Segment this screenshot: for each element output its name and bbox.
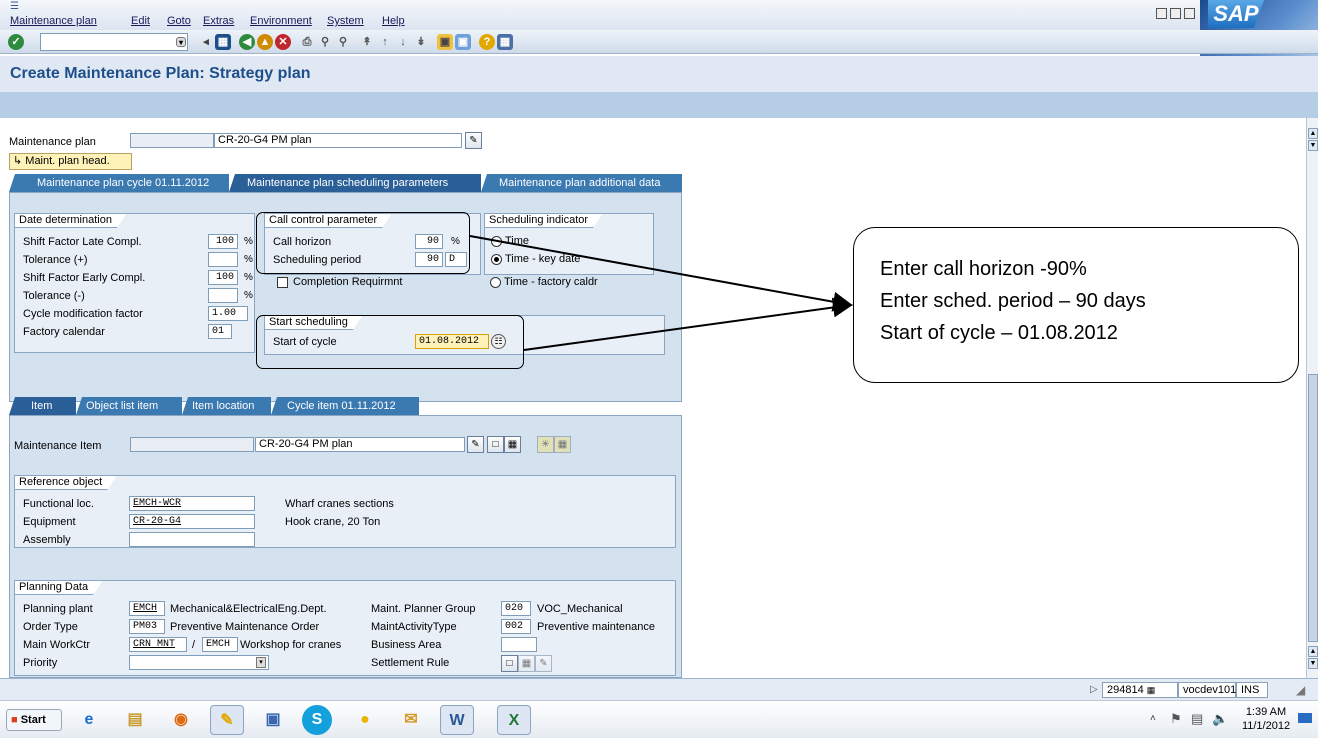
- customize-layout-icon[interactable]: ▦: [497, 34, 513, 50]
- resize-grip-icon[interactable]: ◢: [1296, 683, 1305, 697]
- previous-page-icon[interactable]: ↑: [377, 34, 393, 50]
- system-clock[interactable]: 1:39 AM 11/1/2012: [1238, 705, 1294, 733]
- find-next-icon[interactable]: ⚲: [335, 34, 351, 50]
- sap-gui-icon[interactable]: ☰: [10, 1, 19, 12]
- menu-extras[interactable]: Extras: [203, 15, 234, 27]
- menu-maintenance-plan[interactable]: Maintenance plan: [10, 15, 97, 27]
- session-number: 294814: [1107, 684, 1144, 696]
- volume-icon[interactable]: 🔈: [1212, 711, 1228, 727]
- application-toolbar: [0, 92, 1318, 118]
- window-minimize-icon[interactable]: [1156, 8, 1167, 19]
- status-expand-icon[interactable]: ▷: [1090, 684, 1098, 695]
- server-info-icon[interactable]: ▦: [1147, 685, 1156, 695]
- scroll-thumb[interactable]: [1308, 374, 1318, 642]
- chrome-icon[interactable]: ●: [348, 705, 382, 735]
- cancel-icon[interactable]: ✕: [275, 34, 291, 50]
- internet-explorer-icon[interactable]: e: [72, 705, 106, 735]
- first-page-icon[interactable]: ↟: [359, 34, 375, 50]
- show-desktop-button[interactable]: [1298, 713, 1312, 723]
- start-label: Start: [20, 714, 46, 726]
- create-shortcut-icon[interactable]: ▣: [455, 34, 471, 50]
- menu-help[interactable]: Help: [382, 15, 405, 27]
- work-area: Maintenance plan CR-20-G4 PM plan ✎ ↳ Ma…: [0, 118, 1306, 678]
- scroll-page-down-icon[interactable]: ▼: [1308, 140, 1318, 151]
- window-restore-icon[interactable]: [1170, 8, 1181, 19]
- show-hidden-icons[interactable]: ˄: [1150, 713, 1156, 724]
- windows-flag-icon: ■: [11, 714, 18, 726]
- save-icon[interactable]: ▦: [215, 34, 231, 50]
- page-title: Create Maintenance Plan: Strategy plan: [10, 65, 311, 82]
- start-button[interactable]: ■ Start: [6, 709, 62, 731]
- callout-line-3: Start of cycle – 01.08.2012: [880, 322, 1118, 344]
- help-icon[interactable]: ?: [479, 34, 495, 50]
- callout-arrows: [469, 235, 853, 351]
- callout-line-1: Enter call horizon -90%: [880, 258, 1087, 280]
- window-close-icon[interactable]: [1184, 8, 1195, 19]
- arrow-call-control: [469, 235, 853, 312]
- standard-toolbar: ✓ ▾ ◂ ▦ ◀ ▲ ✕ ⎙ ⚲ ⚲ ↟ ↑ ↓ ↡ ▣ ▣ ? ▦: [0, 30, 1318, 54]
- scroll-up-icon[interactable]: ▲: [1308, 128, 1318, 139]
- menu-system[interactable]: System: [327, 15, 364, 27]
- back-icon[interactable]: ◀: [239, 34, 255, 50]
- scroll-down-icon[interactable]: ▼: [1308, 658, 1318, 669]
- enter-check-icon[interactable]: ✓: [8, 34, 24, 50]
- exit-icon[interactable]: ▲: [257, 34, 273, 50]
- next-page-icon[interactable]: ↓: [395, 34, 411, 50]
- sap-logon-icon[interactable]: ✎: [210, 705, 244, 735]
- skype-icon[interactable]: S: [302, 705, 332, 735]
- vertical-scrollbar[interactable]: ▲ ▼ ▲ ▼: [1306, 118, 1318, 678]
- action-center-flag-icon[interactable]: ⚑: [1170, 711, 1182, 727]
- scroll-page-up-icon[interactable]: ▲: [1308, 646, 1318, 657]
- command-field[interactable]: [40, 33, 188, 51]
- instruction-callout: Enter call horizon -90% Enter sched. per…: [853, 227, 1299, 383]
- command-history-icon[interactable]: ▾: [176, 37, 186, 47]
- last-page-icon[interactable]: ↡: [413, 34, 429, 50]
- menu-bar: ☰ Maintenance plan Edit Goto Extras Envi…: [0, 0, 1318, 30]
- session-field: 294814 ▦: [1102, 682, 1178, 698]
- arrow-start-cycle: [523, 297, 853, 351]
- clock-date: 11/1/2012: [1241, 720, 1291, 732]
- create-session-icon[interactable]: ▣: [437, 34, 453, 50]
- callout-line-2: Enter sched. period – 90 days: [880, 290, 1146, 312]
- menu-edit[interactable]: Edit: [131, 15, 150, 27]
- title-bar: Create Maintenance Plan: Strategy plan: [0, 56, 1318, 92]
- network-icon[interactable]: ▤: [1191, 711, 1203, 727]
- status-bar: ▷ 294814 ▦ vocdev101 INS ◢: [0, 678, 1318, 700]
- sap-gui-session-icon[interactable]: ▣: [256, 705, 290, 735]
- insert-mode-field: INS: [1236, 682, 1268, 698]
- menu-environment[interactable]: Environment: [250, 15, 312, 27]
- excel-icon[interactable]: X: [497, 705, 531, 735]
- find-icon[interactable]: ⚲: [317, 34, 333, 50]
- media-player-icon[interactable]: ◉: [164, 705, 198, 735]
- file-explorer-icon[interactable]: ▤: [118, 705, 152, 735]
- word-icon[interactable]: W: [440, 705, 474, 735]
- clock-time: 1:39 AM: [1245, 706, 1287, 718]
- menu-goto[interactable]: Goto: [167, 15, 191, 27]
- print-icon[interactable]: ⎙: [299, 34, 315, 50]
- sap-logo-text: SAP: [1208, 0, 1264, 28]
- outlook-icon[interactable]: ✉: [394, 705, 428, 735]
- server-field: vocdev101: [1178, 682, 1236, 698]
- back-arrow-small-icon[interactable]: ◂: [198, 34, 214, 50]
- windows-taskbar: ■ Start e ▤ ◉ ✎ ▣ S ● ✉ W X ˄ ⚑ ▤ 🔈 1:39…: [0, 700, 1318, 738]
